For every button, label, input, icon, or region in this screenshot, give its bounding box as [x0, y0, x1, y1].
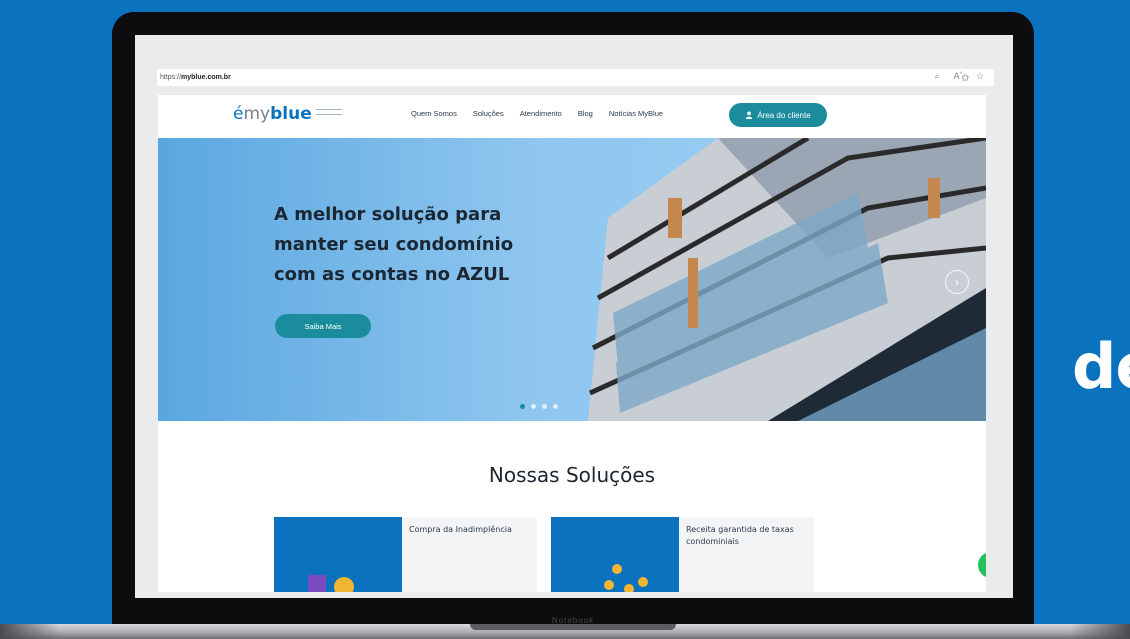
zoom-icon[interactable]: ⌕: [935, 71, 940, 82]
solution-card[interactable]: Compra da Inadimplência: [274, 517, 537, 592]
carousel-dot[interactable]: [531, 404, 536, 409]
hero-banner: A melhor solução para manter seu condomí…: [158, 138, 986, 421]
favorite-star-icon[interactable]: ☆: [976, 71, 984, 82]
carousel-dot[interactable]: [542, 404, 547, 409]
solution-card-image: [551, 517, 679, 592]
client-area-button[interactable]: Área do cliente: [729, 103, 827, 127]
url-text[interactable]: https://myblue.com.br: [157, 74, 231, 81]
solution-card[interactable]: Receita garantida de taxas condominiais: [551, 517, 814, 592]
menu-item-quem-somos[interactable]: Quem Somos: [411, 109, 457, 118]
solution-card-label: Compra da Inadimplência: [409, 525, 512, 534]
carousel-dots: [520, 404, 558, 409]
laptop-screen: https://myblue.com.br ⌕ Aᴬ ☆ ✩ é my blue…: [135, 35, 1013, 598]
client-area-label: Área do cliente: [757, 110, 811, 120]
user-icon: [746, 111, 753, 119]
hero-title: A melhor solução para manter seu condomí…: [274, 204, 514, 285]
address-bar[interactable]: https://myblue.com.br ⌕ Aᴬ ☆: [157, 69, 994, 86]
menu-item-solucoes[interactable]: Soluções: [473, 109, 504, 118]
solutions-title: Nossas Soluções: [488, 463, 656, 487]
solution-card-label: Receita garantida de taxas condominiais: [686, 525, 794, 546]
background-side-text: de: [1072, 330, 1130, 403]
solution-card-image: [274, 517, 402, 592]
menu-item-noticias[interactable]: Notícias MyBlue: [609, 109, 663, 118]
logo-tagline-mark: [315, 109, 342, 115]
laptop-notch: [470, 624, 676, 630]
menu-item-blog[interactable]: Blog: [578, 109, 593, 118]
carousel-dot[interactable]: [520, 404, 525, 409]
whatsapp-chat-icon[interactable]: [978, 552, 986, 578]
saiba-mais-button[interactable]: Saiba Mais: [275, 314, 371, 338]
myblue-logo[interactable]: é my blue: [233, 104, 342, 124]
menu-item-atendimento[interactable]: Atendimento: [520, 109, 562, 118]
laptop-base-shade-right: [1070, 624, 1130, 639]
website-page: é my blue Quem Somos Soluções Atendiment…: [158, 95, 986, 592]
building-image: [588, 138, 986, 421]
favorites-list-icon[interactable]: ✩: [961, 73, 969, 84]
main-menu: Quem Somos Soluções Atendimento Blog Not…: [411, 109, 663, 118]
carousel-dot[interactable]: [553, 404, 558, 409]
site-header: é my blue Quem Somos Soluções Atendiment…: [158, 95, 986, 138]
carousel-next-arrow-icon[interactable]: ›: [945, 270, 969, 294]
laptop-base-shade-left: [0, 624, 60, 639]
